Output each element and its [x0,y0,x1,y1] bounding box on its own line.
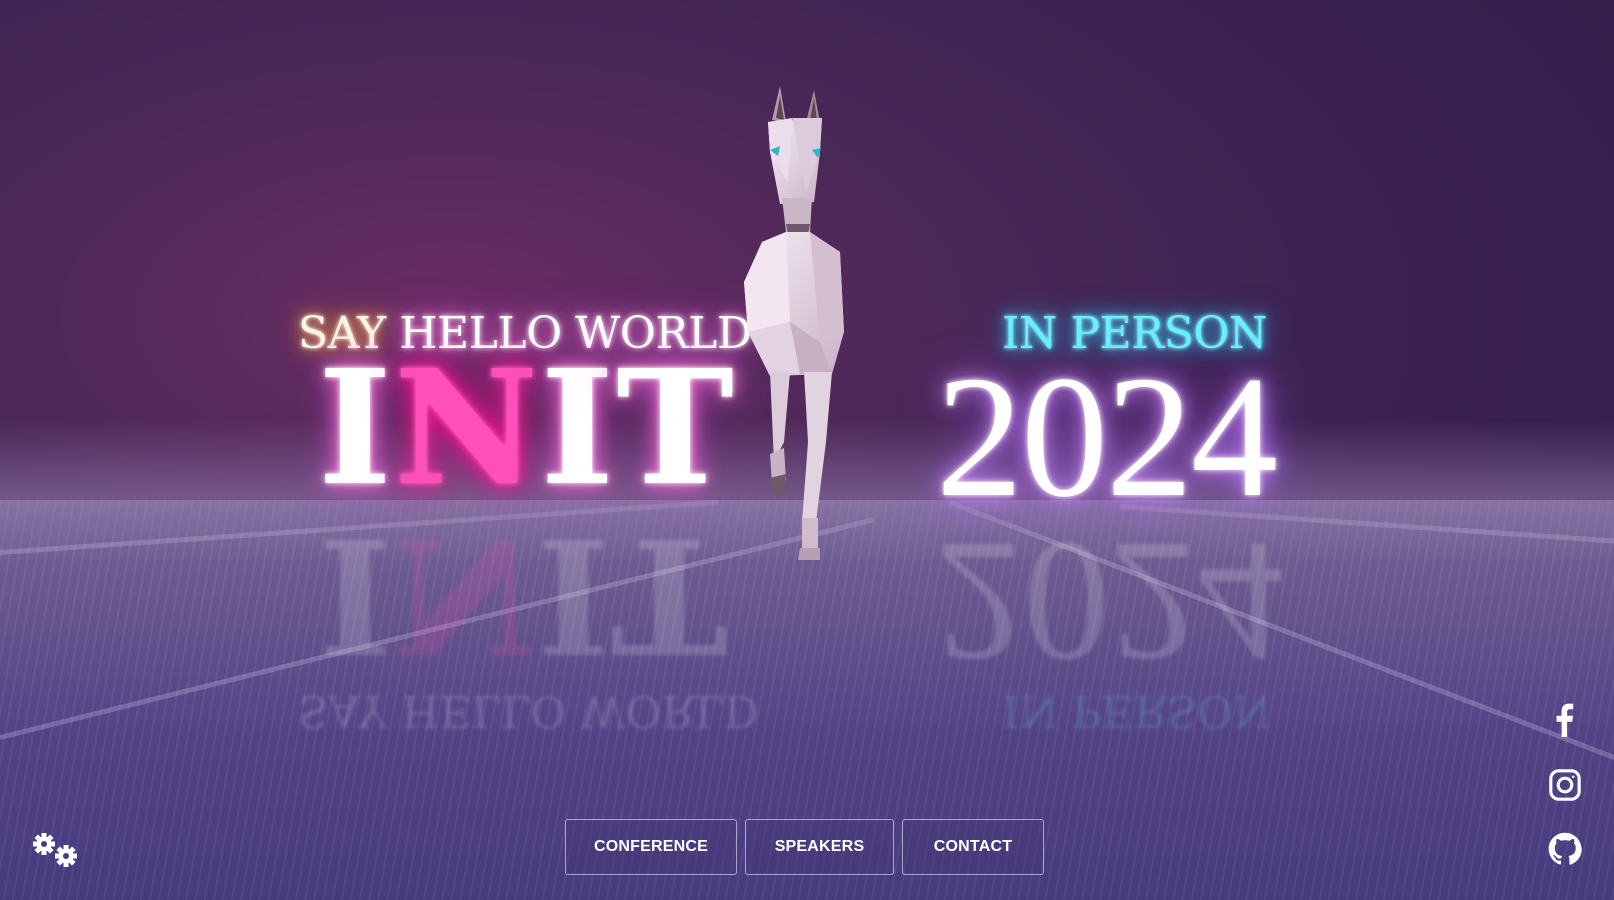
speakers-button[interactable]: SPEAKERS [745,819,894,875]
instagram-icon[interactable] [1548,768,1582,802]
init-letter-i2: I [540,336,617,521]
facebook-icon[interactable] [1548,703,1582,737]
contact-button[interactable]: CONTACT [902,819,1044,875]
init-title: INIT [318,350,736,508]
init-letter-i: I [318,336,394,521]
bottom-nav: CONFERENCE SPEAKERS CONTACT [565,819,1044,875]
horse-illustration [744,86,844,560]
conference-button[interactable]: CONFERENCE [565,819,737,875]
github-icon[interactable] [1548,832,1582,866]
year-title: 2024 [936,340,1278,533]
init-letter-t: T [616,336,736,521]
init-letter-n: N [393,336,541,521]
gears-icon[interactable] [32,832,82,872]
